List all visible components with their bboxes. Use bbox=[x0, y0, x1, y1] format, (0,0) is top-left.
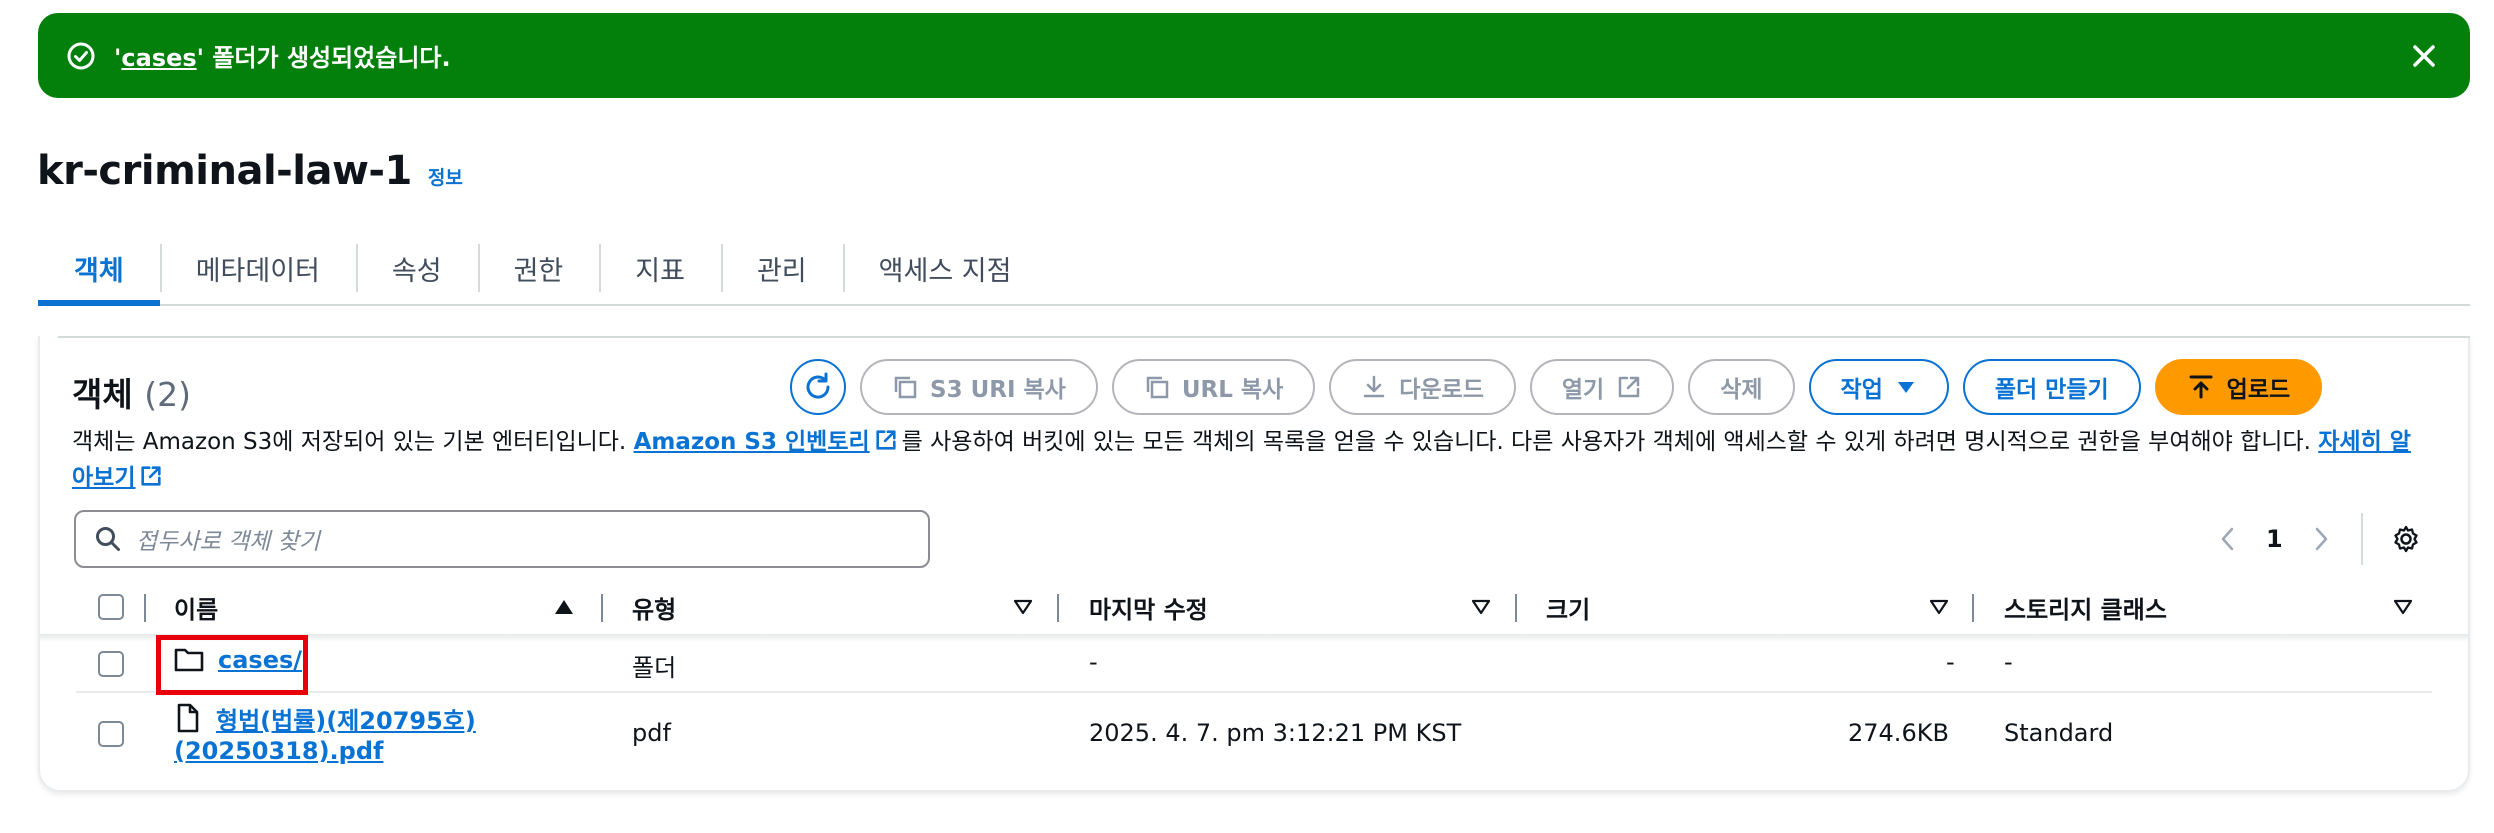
download-icon bbox=[1363, 375, 1385, 398]
sort-icon[interactable] bbox=[1472, 599, 1490, 615]
external-link-icon bbox=[1618, 376, 1640, 398]
file-icon bbox=[177, 703, 199, 733]
copy-s3-uri-button[interactable]: S3 URI 복사 bbox=[860, 359, 1098, 415]
check-circle-icon bbox=[64, 39, 98, 73]
external-link-icon bbox=[141, 466, 162, 486]
copy-icon bbox=[894, 376, 917, 399]
column-divider bbox=[1057, 594, 1059, 622]
select-all-checkbox[interactable] bbox=[98, 594, 124, 620]
row-checkbox[interactable] bbox=[98, 651, 124, 677]
tab-management[interactable]: 관리 bbox=[720, 232, 843, 304]
search-icon bbox=[96, 527, 120, 551]
type-cell: 폴더 bbox=[632, 654, 677, 682]
info-link[interactable]: 정보 bbox=[428, 163, 463, 190]
highlight-box bbox=[156, 635, 308, 695]
prefix-search-input[interactable]: 접두사로 객체 찾기 bbox=[74, 510, 930, 568]
tab-properties[interactable]: 속성 bbox=[355, 232, 478, 304]
search-placeholder: 접두사로 객체 찾기 bbox=[136, 529, 320, 555]
column-divider bbox=[1972, 594, 1974, 622]
page-number[interactable]: 1 bbox=[2266, 525, 2283, 553]
page-title: kr-criminal-law-1 bbox=[37, 148, 412, 194]
page-header: kr-criminal-law-1 정보 bbox=[37, 148, 463, 194]
column-divider bbox=[601, 594, 603, 622]
success-flash-banner: 'cases' 폴더가 생성되었습니다. bbox=[38, 13, 2470, 98]
col-last-modified[interactable]: 마지막 수정 bbox=[1089, 580, 1208, 634]
inventory-link[interactable]: Amazon S3 인벤토리 bbox=[634, 429, 870, 455]
col-storage-class[interactable]: 스토리지 클래스 bbox=[2004, 580, 2167, 634]
objects-toolbar: S3 URI 복사 URL 복사 다운로드 열기 삭제 작업 폴더 만들기 업로… bbox=[790, 359, 2323, 415]
external-link-icon bbox=[876, 430, 896, 450]
chevron-right-icon[interactable] bbox=[2311, 525, 2331, 553]
delete-button[interactable]: 삭제 bbox=[1688, 359, 1795, 415]
flash-message: 'cases' 폴더가 생성되었습니다. bbox=[114, 44, 451, 72]
close-icon[interactable] bbox=[2406, 38, 2442, 74]
tab-metrics[interactable]: 지표 bbox=[599, 232, 721, 304]
row-checkbox[interactable] bbox=[98, 721, 124, 747]
col-type[interactable]: 유형 bbox=[632, 580, 676, 634]
size-cell: 274.6KB bbox=[1848, 719, 1949, 747]
table-header: 이름 유형 마지막 수정 크기 스토리지 클래스 bbox=[76, 580, 2432, 634]
create-folder-button[interactable]: 폴더 만들기 bbox=[1962, 359, 2141, 415]
tab-metadata[interactable]: 메타데이터 bbox=[159, 232, 356, 304]
gear-icon[interactable] bbox=[2391, 524, 2421, 554]
pagination: 1 bbox=[2218, 513, 2421, 565]
col-name[interactable]: 이름 bbox=[174, 580, 218, 634]
chevron-left-icon[interactable] bbox=[2218, 525, 2238, 553]
pager-divider bbox=[2360, 513, 2363, 565]
objects-count: (2) bbox=[144, 375, 191, 414]
refresh-icon bbox=[806, 372, 830, 399]
objects-heading: 객체 (2) bbox=[72, 375, 191, 414]
column-divider bbox=[1515, 594, 1517, 622]
copy-url-button[interactable]: URL 복사 bbox=[1111, 359, 1316, 415]
sort-ascending-icon[interactable] bbox=[554, 598, 574, 616]
download-button[interactable]: 다운로드 bbox=[1329, 359, 1516, 415]
table-row[interactable]: 형법(법률)(제20795호) (20250318).pdf pdf 2025.… bbox=[76, 693, 2432, 773]
caret-down-icon bbox=[1897, 382, 1914, 393]
actions-dropdown-button[interactable]: 작업 bbox=[1808, 359, 1949, 415]
copy-icon bbox=[1146, 376, 1169, 399]
open-button[interactable]: 열기 bbox=[1529, 359, 1675, 415]
tab-permissions[interactable]: 권한 bbox=[477, 232, 600, 304]
table-row[interactable]: cases/ 폴더 - - - bbox=[76, 636, 2432, 692]
object-name-link[interactable]: 형법(법률)(제20795호) bbox=[216, 701, 476, 736]
modified-cell: 2025. 4. 7. pm 3:12:21 PM KST bbox=[1089, 719, 1462, 747]
container-divider bbox=[58, 336, 2470, 338]
object-name-link-continued[interactable]: (20250318).pdf bbox=[174, 737, 383, 765]
col-size[interactable]: 크기 bbox=[1546, 580, 1590, 634]
tab-access-points[interactable]: 액세스 지점 bbox=[842, 232, 1048, 304]
column-divider bbox=[144, 594, 146, 622]
sort-icon[interactable] bbox=[1014, 599, 1032, 615]
sort-icon[interactable] bbox=[1930, 599, 1948, 615]
size-cell: - bbox=[1946, 648, 1955, 676]
objects-description: 객체는 Amazon S3에 저장되어 있는 기본 엔터티입니다. Amazon… bbox=[72, 429, 2411, 491]
bucket-tabs: 객체 메타데이터 속성 권한 지표 관리 액세스 지점 bbox=[38, 232, 2470, 306]
refresh-button[interactable] bbox=[790, 359, 846, 415]
modified-cell: - bbox=[1089, 648, 1098, 676]
sort-icon[interactable] bbox=[2394, 599, 2412, 615]
upload-button[interactable]: 업로드 bbox=[2154, 359, 2323, 415]
storage-class-cell: Standard bbox=[2004, 719, 2114, 747]
upload-icon bbox=[2189, 375, 2213, 399]
tab-objects[interactable]: 객체 bbox=[38, 232, 160, 306]
storage-class-cell: - bbox=[2004, 648, 2013, 676]
type-cell: pdf bbox=[632, 719, 671, 747]
flash-folder-link[interactable]: cases bbox=[121, 44, 196, 72]
